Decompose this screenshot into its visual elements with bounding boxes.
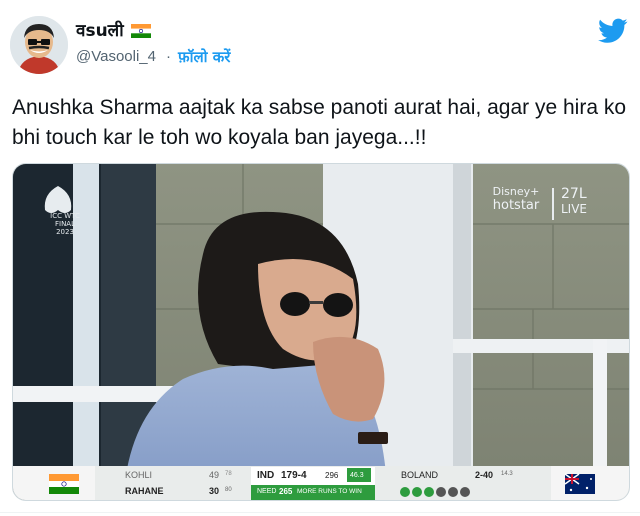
bowler-figures: 2-40 (475, 470, 494, 480)
viewer-count: 27L LIVE (561, 186, 611, 216)
separator-dot: · (166, 48, 171, 65)
india-flag-icon (131, 24, 151, 38)
twitter-bird-icon[interactable] (598, 18, 628, 44)
viewer-count-value: 27L (561, 186, 587, 202)
overs-value: 46.3 (350, 472, 364, 479)
broadcaster-brand-top: Disney+ (492, 185, 540, 198)
tweet-card: वsuली @Vasooli_4 · फ़ॉलो करें Anushka Sh… (0, 0, 640, 516)
bowler-overs: 14.3 (501, 471, 513, 477)
follow-button[interactable]: फ़ॉलो करें (178, 47, 230, 67)
event-logo-line1: ICC WTC (50, 212, 80, 220)
event-logo-text: ICC WTC FINAL 2023 (45, 212, 85, 236)
tweet-text: Anushka Sharma aajtak ka sabse panoti au… (12, 96, 627, 149)
event-logo-line2: FINAL 2023 (54, 220, 75, 236)
broadcaster-brand-bottom: hotstar (492, 198, 540, 213)
batter2-runs: 30 (209, 486, 220, 496)
live-label: LIVE (561, 202, 588, 216)
user-handle[interactable]: @Vasooli_4 (76, 48, 156, 65)
stadium-photo (13, 164, 629, 500)
user-name[interactable]: वsuली (76, 18, 124, 41)
batter1-runs: 49 (209, 470, 220, 480)
bowler-name: BOLAND (401, 470, 439, 480)
need-label: NEED (257, 488, 277, 495)
team-score: 179-4 (281, 470, 307, 481)
team-name: IND (257, 470, 275, 481)
need-runs: 265 (279, 487, 293, 496)
batter1-balls: 78 (225, 471, 232, 477)
scorebar: KOHLI 49 78 RAHANE 30 80 IND 179-4 296 4… (13, 466, 629, 500)
batter2-balls: 80 (225, 487, 232, 493)
tweet-media-image[interactable]: ICC WTC FINAL 2023 Disney+ hotstar 27L L… (12, 163, 630, 501)
target-value: 296 (325, 471, 339, 480)
cartoon-avatar-icon (10, 16, 68, 74)
broadcaster-logo: Disney+ hotstar (481, 185, 551, 214)
avatar[interactable] (10, 16, 68, 74)
need-text: MORE RUNS TO WIN (297, 488, 362, 495)
divider (0, 512, 640, 513)
batter2-name: RAHANE (125, 486, 164, 496)
batter1-name: KOHLI (125, 470, 153, 480)
